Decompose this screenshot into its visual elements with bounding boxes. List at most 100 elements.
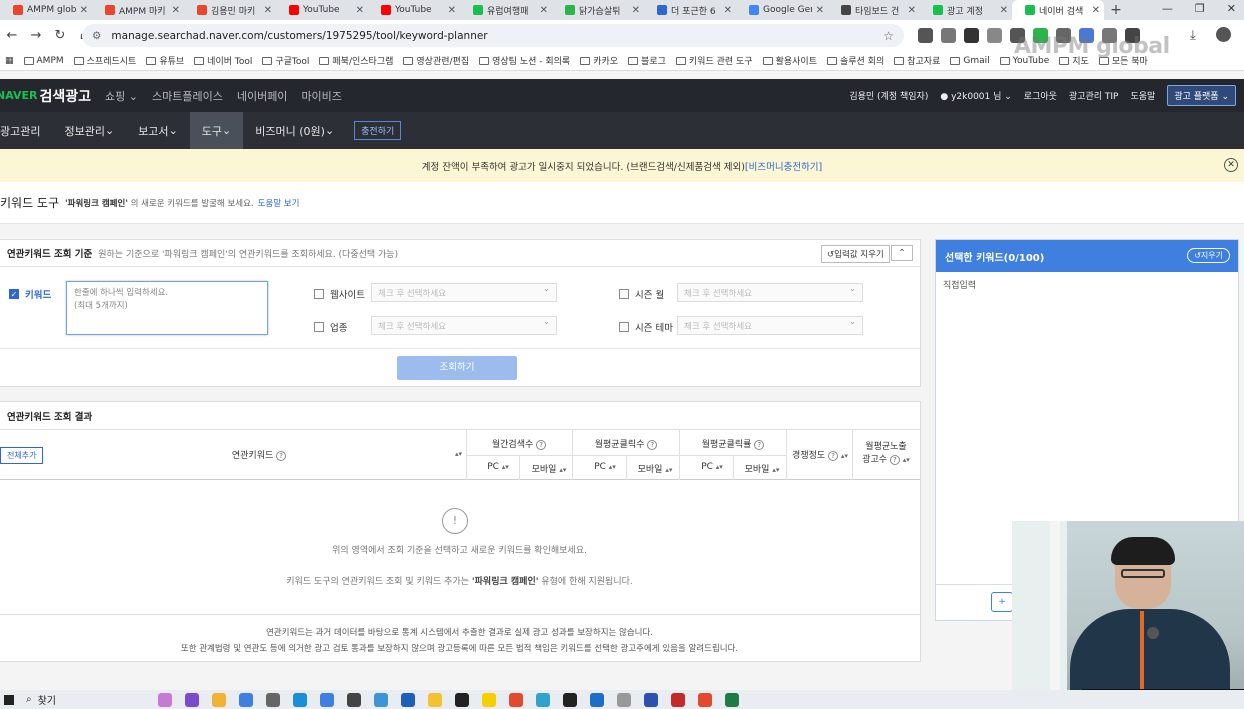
sort-icon[interactable]: ▴▾ <box>841 452 848 460</box>
bookmark-item[interactable]: 영상관련/편집 <box>398 54 474 67</box>
menu-item[interactable]: 광고관리 <box>0 112 52 149</box>
col-mobile-search[interactable]: 모바일 ▴▾ <box>527 462 571 475</box>
close-tab-icon[interactable]: ✕ <box>1000 5 1008 16</box>
close-tab-icon[interactable]: ✕ <box>356 5 364 16</box>
back-icon[interactable]: ← <box>0 28 24 43</box>
logout-link[interactable]: 로그아웃 <box>1024 89 1057 102</box>
col-pc-clicks[interactable]: PC ▴▾ <box>586 462 624 472</box>
col-mobile-clicks[interactable]: 모바일 ▴▾ <box>633 462 677 475</box>
browser-tab[interactable]: 닭가슴살튀 ✕ <box>552 0 644 20</box>
bookmark-item[interactable]: AMPM <box>19 56 69 66</box>
extension-icon[interactable] <box>987 28 1002 43</box>
browser-tab[interactable]: 김용민 마키 ✕ <box>184 0 276 20</box>
col-pc-search[interactable]: PC ▴▾ <box>479 462 517 472</box>
account-id[interactable]: ● y2k0001 님 ⌄ <box>940 89 1011 102</box>
sort-icon[interactable]: ▴▾ <box>609 463 616 471</box>
sort-icon[interactable]: ▴▾ <box>772 466 779 474</box>
col-keyword[interactable]: 연관키워드 ? <box>199 448 319 461</box>
sort-icon[interactable]: ▴▾ <box>665 466 672 474</box>
top-nav-item[interactable]: 쇼핑 ⌄ <box>105 88 138 104</box>
keyword-checkbox[interactable]: ✓ <box>9 289 19 299</box>
extension-icon[interactable] <box>918 28 933 43</box>
bookmark-item[interactable]: 유튜브 <box>141 54 189 67</box>
website-checkbox[interactable] <box>314 289 324 299</box>
app-icon[interactable] <box>185 693 199 707</box>
help-link[interactable]: 도움말 보기 <box>258 197 300 209</box>
bookmark-item[interactable]: 블로그 <box>623 54 671 67</box>
app-icon[interactable] <box>320 693 334 707</box>
keyword-option[interactable]: ✓ 키워드 <box>9 287 51 301</box>
url-bar[interactable]: ⚙ manage.searchad.naver.com/customers/19… <box>82 24 904 47</box>
site-info-icon[interactable]: ⚙ <box>92 30 101 42</box>
bookmark-item[interactable]: 키워드 관련 도구 <box>671 54 758 67</box>
bookmark-item[interactable]: 네이버 Tool <box>189 54 257 67</box>
industry-select[interactable]: 체크 후 선택하세요 <box>371 316 557 335</box>
season-month-option[interactable]: 시즌 월 <box>619 287 664 301</box>
app-icon[interactable] <box>428 693 442 707</box>
bookmark-item[interactable]: 구글Tool <box>257 54 314 67</box>
bookmark-item[interactable]: 페북/인스타그램 <box>314 54 398 67</box>
industry-option[interactable]: 업종 <box>314 320 347 334</box>
season-theme-option[interactable]: 시즌 테마 <box>619 320 673 334</box>
bookmark-item[interactable]: 카카오 <box>575 54 623 67</box>
new-tab-icon[interactable]: + <box>1104 2 1128 18</box>
extension-icon[interactable] <box>964 28 979 43</box>
sort-icon[interactable]: ▴▾ <box>455 450 462 458</box>
apps-grid-icon[interactable]: ▦ <box>0 56 19 66</box>
sort-icon[interactable]: ▴▾ <box>903 456 910 464</box>
app-icon[interactable] <box>617 693 631 707</box>
ad-platform-button[interactable]: 광고 플랫폼 ⌄ <box>1167 85 1236 106</box>
col-pc-ctr[interactable]: PC ▴▾ <box>693 462 731 472</box>
browser-tab[interactable]: 타임보드 건 ✕ <box>828 0 920 20</box>
footer-button[interactable]: + <box>991 592 1013 612</box>
col-avg-ads[interactable]: 월평균노출 광고수 ? ▴▾ <box>855 441 917 467</box>
col-mobile-ctr[interactable]: 모바일 ▴▾ <box>740 462 784 475</box>
browser-tab[interactable]: YouTube ✕ <box>276 0 368 20</box>
app-icon[interactable] <box>239 693 253 707</box>
app-icon[interactable] <box>536 693 550 707</box>
top-nav-item[interactable]: 네이버페이 <box>237 88 288 104</box>
app-icon[interactable] <box>563 693 577 707</box>
bookmark-item[interactable]: 활용사이트 <box>758 54 822 67</box>
extension-icon[interactable] <box>941 28 956 43</box>
close-tab-icon[interactable]: ✕ <box>172 5 180 16</box>
close-tab-icon[interactable]: ✕ <box>80 5 88 16</box>
app-icon[interactable] <box>401 693 415 707</box>
sort-icon[interactable]: ▴▾ <box>502 463 509 471</box>
bookmark-star-icon[interactable]: ☆ <box>883 29 894 43</box>
app-icon[interactable] <box>455 693 469 707</box>
close-window-icon[interactable]: ✕ <box>1227 2 1236 15</box>
industry-checkbox[interactable] <box>314 322 324 332</box>
app-icon[interactable] <box>671 693 685 707</box>
browser-tab[interactable]: Google Gen ✕ <box>736 0 828 20</box>
bookmark-item[interactable]: 솔루션 회의 <box>822 54 889 67</box>
help-icon[interactable]: ? <box>276 450 287 461</box>
browser-tab[interactable]: 광고 계정 ✕ <box>920 0 1012 20</box>
bookmark-item[interactable]: 영상팀 노션 - 회의록 <box>474 54 575 67</box>
profile-avatar[interactable] <box>1216 27 1231 42</box>
help-link[interactable]: 도움말 <box>1130 89 1155 102</box>
direct-input-label[interactable]: 직접입력 <box>943 278 976 291</box>
close-tab-icon[interactable]: ✕ <box>816 5 824 16</box>
kakao-icon[interactable] <box>482 693 496 707</box>
add-all-button[interactable]: 전체추가 <box>0 447 44 464</box>
keyword-textarea[interactable]: 한줄에 하나씩 입력하세요. (최대 5개까지) <box>66 281 268 335</box>
close-tab-icon[interactable]: ✕ <box>1092 5 1100 16</box>
bookmark-item[interactable]: 스프레드시트 <box>69 54 142 67</box>
app-icon[interactable] <box>644 693 658 707</box>
browser-tab[interactable]: 더 포근한 6 ✕ <box>644 0 736 20</box>
excel-icon[interactable] <box>725 693 739 707</box>
menu-item[interactable]: 비즈머니 (0원) ⌄ <box>243 112 346 149</box>
charge-link[interactable]: [비즈머니충전하기] <box>745 159 822 173</box>
close-icon[interactable]: ✕ <box>1224 158 1238 172</box>
website-select[interactable]: 체크 후 선택하세요 <box>371 283 557 302</box>
naver-logo[interactable]: NAVER <box>0 89 37 102</box>
browser-tab[interactable]: 네이버 검색 ✕ <box>1012 0 1104 20</box>
reset-input-button[interactable]: ↺입력값 지우기 <box>821 245 890 263</box>
browser-tab[interactable]: AMPM glob ✕ <box>0 0 92 20</box>
charge-button[interactable]: 충전하기 <box>354 121 402 140</box>
season-theme-select[interactable]: 체크 후 선택하세요 <box>677 316 863 335</box>
chrome-icon[interactable] <box>698 693 712 707</box>
help-icon[interactable]: ? <box>828 450 839 461</box>
minimize-icon[interactable]: — <box>1162 2 1173 15</box>
